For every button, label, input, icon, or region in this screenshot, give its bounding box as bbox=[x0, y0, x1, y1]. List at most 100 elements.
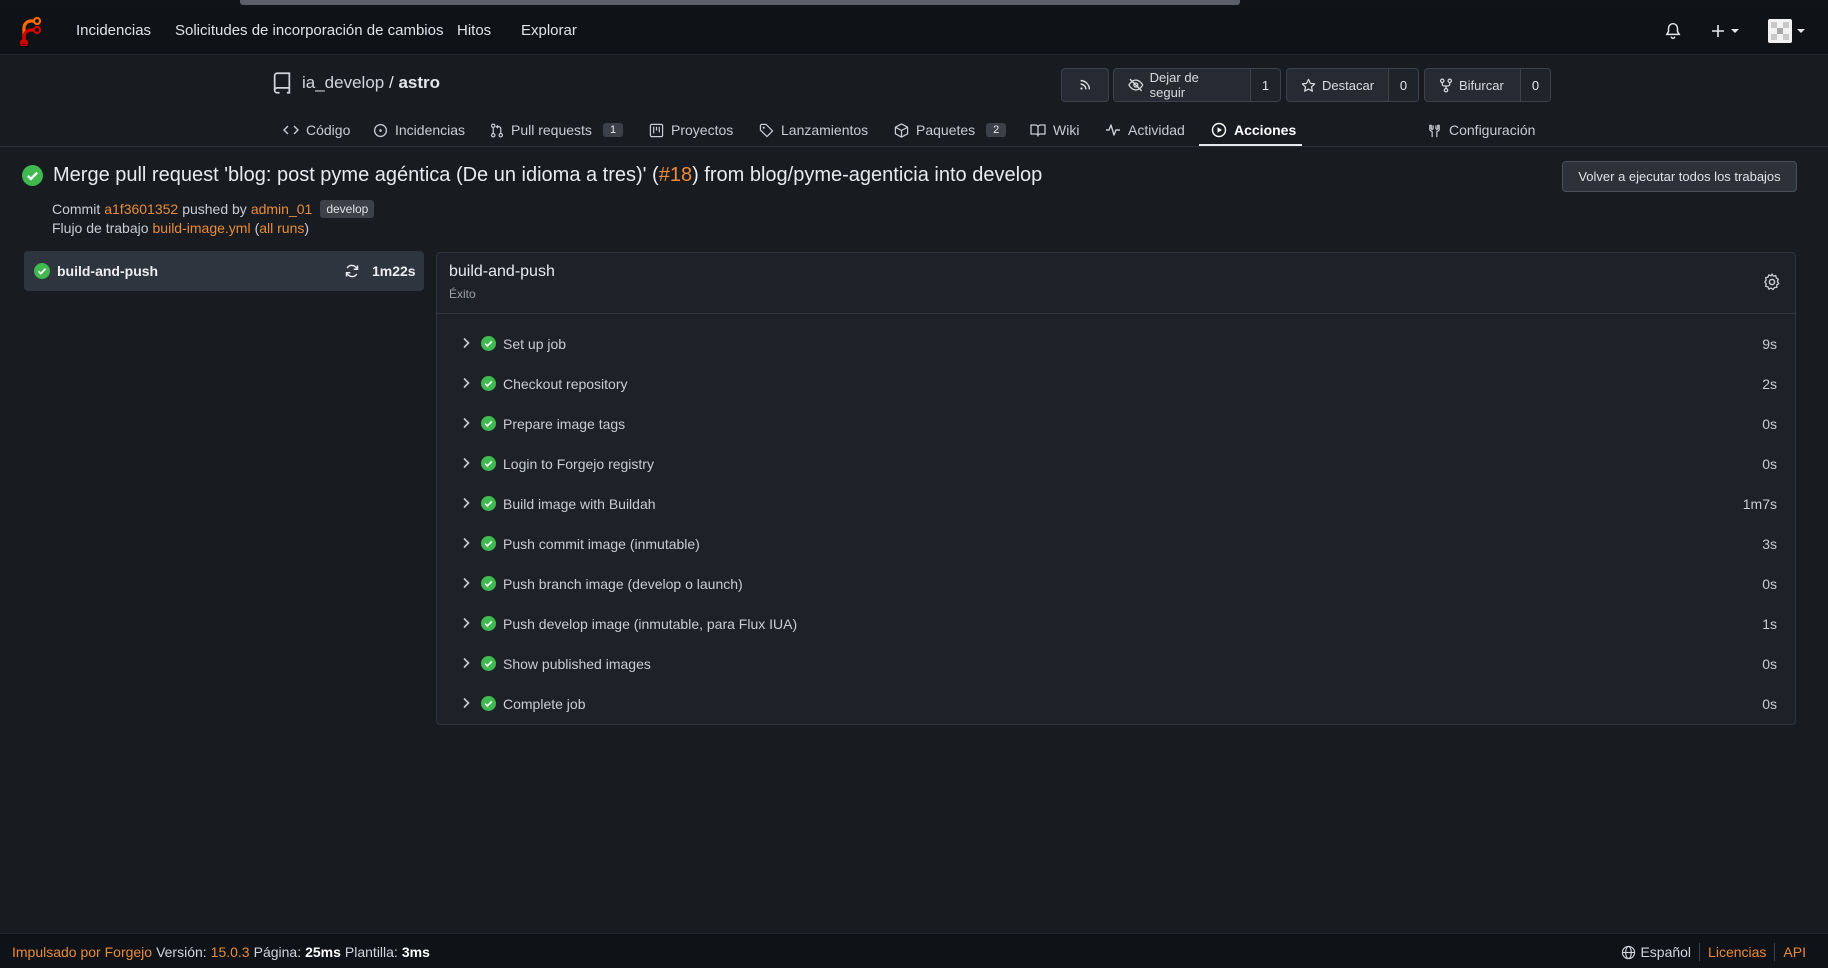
user-menu-dropdown[interactable] bbox=[1768, 19, 1806, 43]
job-list-item[interactable]: build-and-push 1m22s bbox=[24, 251, 424, 291]
licenses-link[interactable]: Licencias bbox=[1708, 944, 1766, 960]
watch-count[interactable]: 1 bbox=[1250, 69, 1280, 101]
gear-icon[interactable] bbox=[1763, 273, 1781, 291]
issue-icon bbox=[373, 123, 388, 137]
create-new-dropdown[interactable] bbox=[1710, 19, 1740, 43]
job-step-row[interactable]: Set up job 9s bbox=[437, 323, 1795, 363]
pushed-by-label: pushed by bbox=[182, 201, 247, 217]
nav-pull-requests[interactable]: Solicitudes de incorporación de cambios bbox=[175, 22, 443, 39]
job-step-duration: 0s bbox=[1762, 456, 1777, 472]
fork-icon bbox=[1439, 78, 1453, 92]
tab-actions[interactable]: Acciones bbox=[1211, 113, 1296, 147]
version-label: Versión: bbox=[156, 944, 207, 960]
job-step-row[interactable]: Prepare image tags 0s bbox=[437, 403, 1795, 443]
tab-releases-label: Lanzamientos bbox=[781, 122, 869, 138]
tab-issues-label: Incidencias bbox=[395, 122, 466, 138]
rerun-job-icon[interactable] bbox=[344, 263, 360, 279]
star-icon bbox=[1301, 78, 1316, 92]
job-step-duration: 0s bbox=[1762, 656, 1777, 672]
nav-milestones[interactable]: Hitos bbox=[457, 22, 491, 39]
job-step-row[interactable]: Login to Forgejo registry 0s bbox=[437, 443, 1795, 483]
chevron-right-icon bbox=[463, 537, 470, 549]
job-step-row[interactable]: Push develop image (inmutable, para Flux… bbox=[437, 603, 1795, 643]
forgejo-logo-icon[interactable] bbox=[16, 16, 42, 46]
repo-title: ia_develop / astro bbox=[272, 72, 440, 94]
job-step-duration: 0s bbox=[1762, 696, 1777, 712]
tab-pull-requests[interactable]: Pull requests 1 bbox=[490, 113, 624, 147]
commit-label: Commit bbox=[52, 201, 101, 217]
play-circle-icon bbox=[1211, 122, 1227, 138]
fork-button[interactable]: Bifurcar bbox=[1425, 69, 1520, 101]
tab-activity[interactable]: Actividad bbox=[1105, 113, 1185, 147]
unwatch-button[interactable]: Dejar de seguir bbox=[1114, 69, 1250, 101]
tab-releases[interactable]: Lanzamientos bbox=[759, 113, 868, 147]
job-status: Éxito bbox=[449, 287, 476, 301]
packages-count-badge: 2 bbox=[986, 123, 1007, 137]
tab-code[interactable]: Código bbox=[283, 113, 350, 147]
tab-wiki[interactable]: Wiki bbox=[1030, 113, 1079, 147]
tab-packages[interactable]: Paquetes 2 bbox=[894, 113, 1007, 147]
job-step-row[interactable]: Show published images 0s bbox=[437, 643, 1795, 683]
success-check-icon bbox=[34, 263, 50, 279]
book-icon bbox=[1030, 124, 1046, 137]
job-step-label: Push commit image (inmutable) bbox=[503, 536, 700, 552]
api-link[interactable]: API bbox=[1783, 944, 1806, 960]
project-board-icon bbox=[649, 123, 664, 137]
rss-feed-button[interactable] bbox=[1061, 68, 1109, 102]
notifications-bell-icon[interactable] bbox=[1664, 19, 1682, 43]
job-step-label: Push branch image (develop o launch) bbox=[503, 576, 743, 592]
job-step-row[interactable]: Checkout repository 2s bbox=[437, 363, 1795, 403]
nav-explore[interactable]: Explorar bbox=[521, 22, 577, 39]
tab-projects-label: Proyectos bbox=[671, 122, 734, 138]
pull-request-link[interactable]: #18 bbox=[659, 164, 692, 186]
run-title: Merge pull request 'blog: post pyme agén… bbox=[22, 164, 1042, 187]
repo-name-link[interactable]: astro bbox=[398, 73, 440, 92]
tab-code-label: Código bbox=[306, 122, 351, 138]
all-runs-link[interactable]: all runs bbox=[259, 220, 304, 236]
run-title-suffix: ) from blog/pyme-agenticia into develop bbox=[692, 164, 1043, 186]
job-step-label: Login to Forgejo registry bbox=[503, 456, 654, 472]
footer-stats: Impulsado por Forgejo Versión: 15.0.3 Pá… bbox=[12, 944, 430, 960]
tag-icon bbox=[759, 123, 774, 137]
footer-divider bbox=[1699, 943, 1701, 961]
version-link[interactable]: 15.0.3 bbox=[211, 944, 250, 960]
workflow-file-link[interactable]: build-image.yml bbox=[153, 220, 251, 236]
author-link[interactable]: admin_01 bbox=[251, 201, 313, 217]
page-time-label: Página: bbox=[253, 944, 302, 960]
job-step-row[interactable]: Push branch image (develop o launch) 0s bbox=[437, 563, 1795, 603]
job-title: build-and-push bbox=[449, 263, 555, 280]
rerun-all-jobs-button[interactable]: Volver a ejecutar todos los trabajos bbox=[1562, 161, 1797, 192]
job-step-duration: 0s bbox=[1762, 416, 1777, 432]
star-button[interactable]: Destacar bbox=[1287, 69, 1388, 101]
tab-projects[interactable]: Proyectos bbox=[649, 113, 733, 147]
tab-packages-label: Paquetes bbox=[916, 122, 976, 138]
job-step-row[interactable]: Push commit image (inmutable) 3s bbox=[437, 523, 1795, 563]
scroll-thumb[interactable] bbox=[240, 0, 1240, 5]
chevron-right-icon bbox=[463, 577, 470, 589]
powered-by-link[interactable]: Impulsado por Forgejo bbox=[12, 944, 152, 960]
footer-links: Español Licencias API bbox=[1621, 943, 1806, 961]
success-check-icon bbox=[481, 656, 496, 671]
nav-issues[interactable]: Incidencias bbox=[76, 22, 151, 39]
language-selector[interactable]: Español bbox=[1621, 944, 1691, 960]
package-icon bbox=[894, 122, 909, 138]
repo-owner-link[interactable]: ia_develop bbox=[302, 73, 384, 92]
job-step-duration: 2s bbox=[1762, 376, 1777, 392]
success-check-icon bbox=[481, 416, 496, 431]
job-step-row[interactable]: Complete job 0s bbox=[437, 683, 1795, 723]
branch-tag[interactable]: develop bbox=[320, 200, 375, 218]
tab-settings[interactable]: Configuración bbox=[1427, 113, 1535, 147]
eye-closed-icon bbox=[1128, 78, 1144, 92]
fork-label: Bifurcar bbox=[1459, 77, 1504, 93]
top-navbar: Incidencias Solicitudes de incorporación… bbox=[0, 7, 1828, 55]
job-step-row[interactable]: Build image with Buildah 1m7s bbox=[437, 483, 1795, 523]
job-step-duration: 1s bbox=[1762, 616, 1777, 632]
commit-sha-link[interactable]: a1f3601352 bbox=[104, 201, 178, 217]
template-time-value: 3ms bbox=[401, 944, 430, 960]
chevron-right-icon bbox=[463, 617, 470, 629]
tab-issues[interactable]: Incidencias bbox=[373, 113, 465, 147]
fork-count[interactable]: 0 bbox=[1520, 69, 1550, 101]
plus-icon bbox=[1712, 25, 1724, 37]
star-count[interactable]: 0 bbox=[1388, 69, 1418, 101]
language-label: Español bbox=[1640, 944, 1692, 960]
